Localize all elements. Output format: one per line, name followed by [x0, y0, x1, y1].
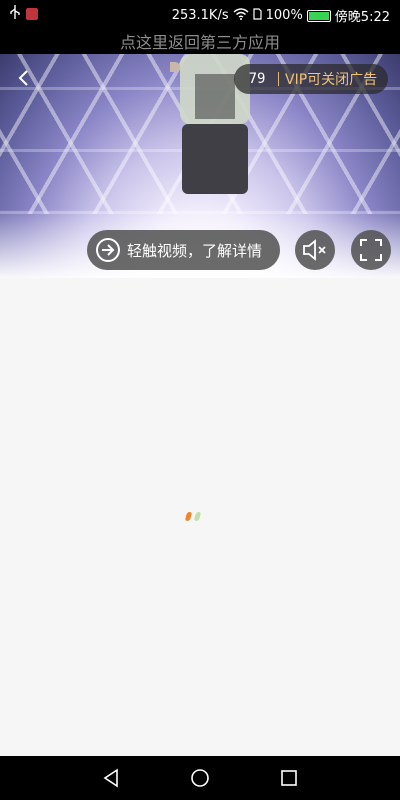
- loading-indicator: [184, 512, 202, 521]
- loader-dot-orange: [184, 512, 193, 521]
- fullscreen-button[interactable]: [351, 230, 391, 270]
- battery-icon: [306, 9, 331, 22]
- arrow-circle-icon: [96, 238, 120, 262]
- network-speed: 253.1K/s: [171, 8, 229, 23]
- divider: [278, 72, 279, 86]
- wifi-icon: [233, 7, 249, 24]
- home-circle-icon[interactable]: [190, 768, 210, 788]
- system-nav-bar: [0, 756, 400, 800]
- back-arrow-icon[interactable]: [14, 68, 34, 88]
- status-bar: 253.1K/s 100% 傍晚5:22: [0, 0, 400, 28]
- status-right-info: 253.1K/s 100% 傍晚5:22: [172, 6, 390, 25]
- learn-more-button[interactable]: 轻触视频，了解详情: [87, 230, 280, 270]
- learn-more-label: 轻触视频，了解详情: [127, 241, 263, 260]
- status-left-icons: [10, 5, 38, 23]
- ad-countdown: 79: [248, 71, 266, 87]
- sim-icon: [253, 7, 262, 24]
- usb-icon: [10, 5, 20, 23]
- app-notification-icon: [26, 8, 38, 20]
- mute-button[interactable]: [295, 230, 335, 270]
- battery-percent: 100%: [265, 8, 303, 23]
- mute-icon: [303, 239, 326, 261]
- back-triangle-icon[interactable]: [101, 768, 121, 788]
- return-to-app-label: 点这里返回第三方应用: [119, 33, 280, 52]
- vip-close-ad-button[interactable]: 79 VIP可关闭广告: [234, 64, 388, 94]
- loader-dot-green: [193, 512, 202, 521]
- clock: 傍晚5:22: [334, 10, 390, 25]
- recents-square-icon[interactable]: [279, 768, 299, 788]
- vip-close-ad-label: VIP可关闭广告: [285, 72, 378, 88]
- fullscreen-icon: [360, 239, 382, 261]
- return-to-app-bar[interactable]: 点这里返回第三方应用: [0, 28, 400, 54]
